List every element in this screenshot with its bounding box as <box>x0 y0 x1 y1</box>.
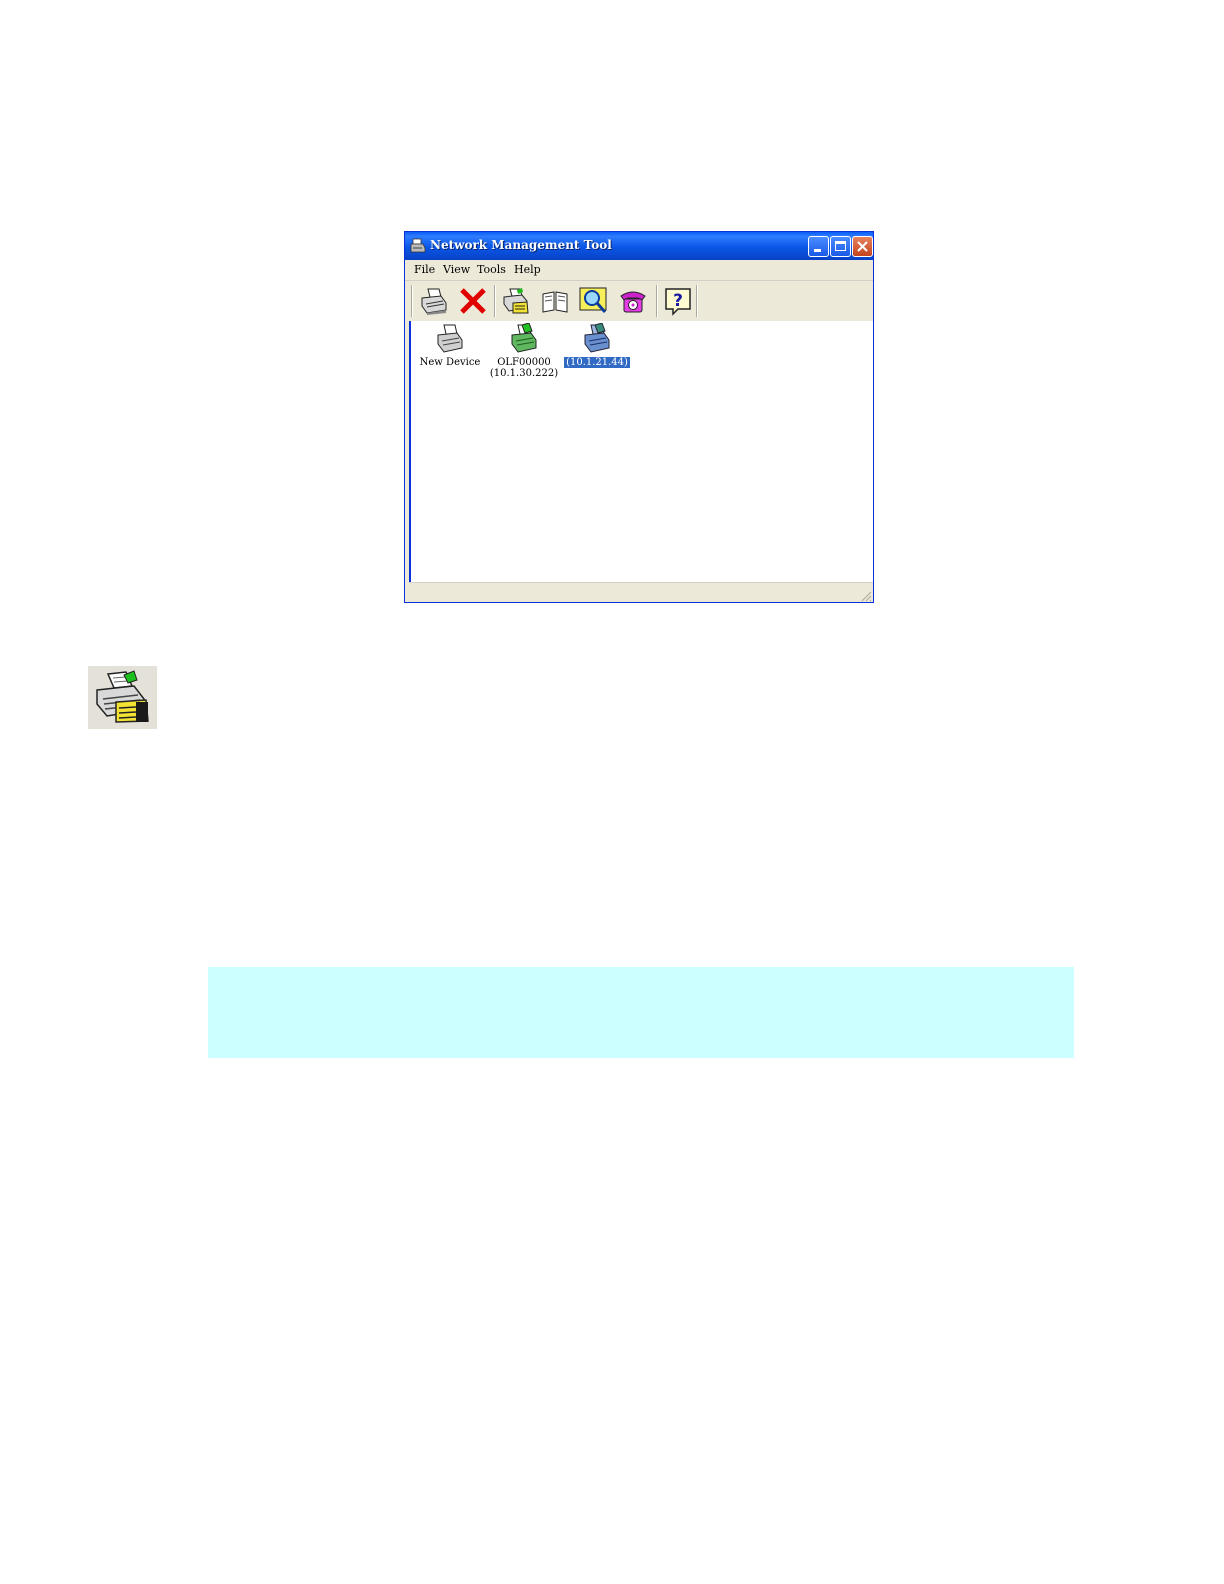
contact-button[interactable] <box>616 284 650 318</box>
maximize-icon <box>835 241 846 251</box>
book-icon <box>542 291 568 313</box>
minimize-button[interactable] <box>808 236 829 257</box>
title-bar[interactable]: Network Management Tool <box>405 232 873 260</box>
device-item-10-1-21-44[interactable]: (10.1.21.44) <box>560 323 634 369</box>
menu-file[interactable]: File <box>414 263 435 276</box>
resize-grip-icon[interactable] <box>860 590 872 602</box>
printer-hand-icon <box>503 288 529 314</box>
device-item-new-device[interactable]: New Device <box>413 323 487 368</box>
close-icon <box>857 241 868 252</box>
magnifier-icon <box>579 287 607 313</box>
maximize-button[interactable] <box>830 236 851 257</box>
menu-tools[interactable]: Tools <box>477 263 506 276</box>
status-bar <box>409 582 873 602</box>
delete-button[interactable] <box>456 284 490 318</box>
search-button[interactable] <box>577 284 611 318</box>
device-ip: (10.1.30.222) <box>489 368 559 379</box>
note-box <box>208 967 1074 1058</box>
new-device-button[interactable] <box>417 284 451 318</box>
window-title: Network Management Tool <box>430 238 612 252</box>
close-button[interactable] <box>852 236 873 257</box>
telephone-icon <box>620 291 646 313</box>
minimize-icon <box>814 249 821 252</box>
delete-x-icon <box>460 288 486 314</box>
help-icon: ? <box>665 288 691 316</box>
printer-selected-icon <box>584 323 610 353</box>
device-label: New Device <box>419 357 481 368</box>
svg-text:?: ? <box>673 291 683 311</box>
printer-gray-icon <box>437 324 463 353</box>
device-name: OLF00000 <box>497 357 551 368</box>
printer-online-icon <box>511 323 537 353</box>
menu-view[interactable]: View <box>443 263 470 276</box>
device-item-olf00000[interactable]: OLF00000 (10.1.30.222) <box>487 323 561 379</box>
network-management-tool-window: Network Management Tool File View Tools … <box>404 231 874 603</box>
printer-hand-icon <box>96 670 149 723</box>
configure-device-large-icon <box>88 666 157 729</box>
configure-device-button[interactable] <box>499 284 533 318</box>
toolbar: ? <box>409 281 873 322</box>
menu-bar: File View Tools Help <box>405 260 873 281</box>
help-button[interactable]: ? <box>661 284 695 318</box>
toolbar-end-separator <box>696 285 698 317</box>
toolbar-separator <box>656 285 658 317</box>
manual-button[interactable] <box>538 284 572 318</box>
device-ip: (10.1.21.44) <box>563 356 631 369</box>
printer-icon <box>421 288 447 315</box>
printer-app-icon <box>410 238 426 253</box>
menu-help[interactable]: Help <box>514 263 541 276</box>
device-list-view[interactable]: New Device OLF00000 (10.1.30.222) (10.1.… <box>409 321 873 582</box>
toolbar-separator <box>494 285 496 317</box>
toolbar-grip <box>411 285 413 317</box>
